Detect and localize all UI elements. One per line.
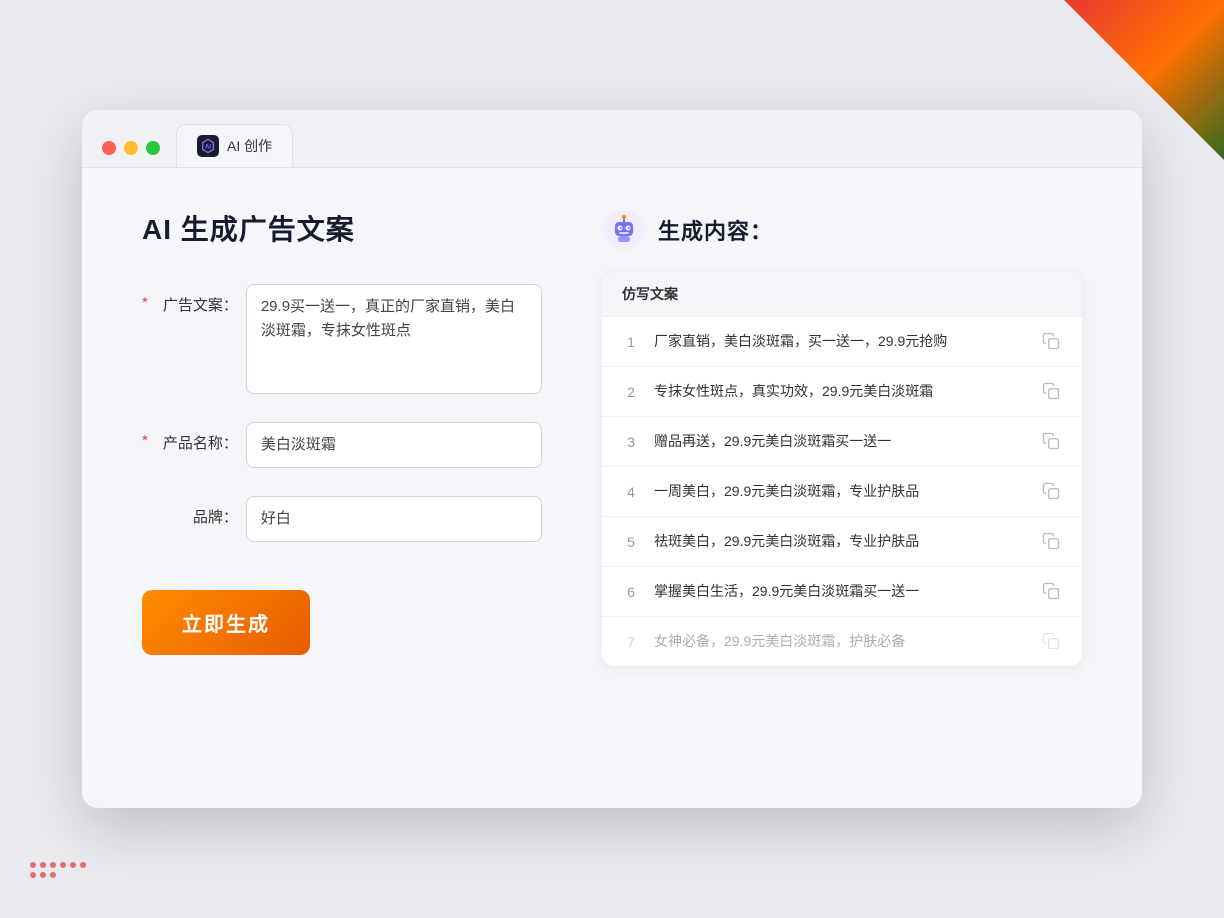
brand-input[interactable] xyxy=(246,496,542,542)
copy-button-7[interactable] xyxy=(1042,632,1062,652)
product-name-input[interactable] xyxy=(246,422,542,468)
brand-label: 品牌： xyxy=(158,506,238,527)
generate-button[interactable]: 立即生成 xyxy=(142,590,310,655)
right-panel: 生成内容： 仿写文案 1 厂家直销，美白淡斑霜，买一送一，29.9元抢购 2 专抹女… xyxy=(602,208,1082,768)
ad-copy-required-star: * xyxy=(142,294,148,311)
result-table: 仿写文案 1 厂家直销，美白淡斑霜，买一送一，29.9元抢购 2 专抹女性斑点，真实… xyxy=(602,272,1082,666)
ad-copy-group: * 广告文案： xyxy=(142,284,542,394)
copy-button-1[interactable] xyxy=(1042,332,1062,352)
row-text-1: 厂家直销，美白淡斑霜，买一送一，29.9元抢购 xyxy=(654,331,1028,352)
row-text-3: 赠品再送，29.9元美白淡斑霜买一送一 xyxy=(654,431,1028,452)
result-row-2: 2 专抹女性斑点，真实功效，29.9元美白淡斑霜 xyxy=(602,367,1082,417)
result-row-3: 3 赠品再送，29.9元美白淡斑霜买一送一 xyxy=(602,417,1082,467)
result-row-1: 1 厂家直销，美白淡斑霜，买一送一，29.9元抢购 xyxy=(602,317,1082,367)
ad-copy-label: 广告文案： xyxy=(158,294,238,315)
svg-text:AI: AI xyxy=(205,145,211,151)
browser-content: AI 生成广告文案 * 广告文案： * 产品名称： * 品牌： 立即生成 xyxy=(82,168,1142,808)
row-number-4: 4 xyxy=(622,484,640,500)
decorative-dots xyxy=(30,862,90,878)
row-number-1: 1 xyxy=(622,334,640,350)
result-row-7: 7 女神必备，29.9元美白淡斑霜，护肤必备 xyxy=(602,617,1082,666)
row-number-6: 6 xyxy=(622,584,640,600)
window-controls xyxy=(102,141,160,155)
left-panel: AI 生成广告文案 * 广告文案： * 产品名称： * 品牌： 立即生成 xyxy=(142,208,542,768)
robot-icon xyxy=(602,208,646,252)
maximize-button[interactable] xyxy=(146,141,160,155)
close-button[interactable] xyxy=(102,141,116,155)
result-row-5: 5 祛斑美白，29.9元美白淡斑霜，专业护肤品 xyxy=(602,517,1082,567)
result-row-6: 6 掌握美白生活，29.9元美白淡斑霜买一送一 xyxy=(602,567,1082,617)
row-text-2: 专抹女性斑点，真实功效，29.9元美白淡斑霜 xyxy=(654,381,1028,402)
result-row-4: 4 一周美白，29.9元美白淡斑霜，专业护肤品 xyxy=(602,467,1082,517)
ad-copy-input[interactable] xyxy=(246,284,542,394)
copy-button-3[interactable] xyxy=(1042,432,1062,452)
product-name-label: 产品名称： xyxy=(158,432,238,453)
brand-group: * 品牌： xyxy=(142,496,542,542)
copy-button-4[interactable] xyxy=(1042,482,1062,502)
product-name-required-star: * xyxy=(142,432,148,449)
table-header: 仿写文案 xyxy=(602,272,1082,317)
tab-icon: AI xyxy=(197,135,219,157)
row-number-5: 5 xyxy=(622,534,640,550)
row-text-6: 掌握美白生活，29.9元美白淡斑霜买一送一 xyxy=(654,581,1028,602)
tab-label: AI 创作 xyxy=(227,136,272,156)
page-title: AI 生成广告文案 xyxy=(142,208,542,248)
right-panel-title: 生成内容： xyxy=(658,214,773,246)
minimize-button[interactable] xyxy=(124,141,138,155)
row-number-2: 2 xyxy=(622,384,640,400)
result-rows-container: 1 厂家直销，美白淡斑霜，买一送一，29.9元抢购 2 专抹女性斑点，真实功效，29… xyxy=(602,317,1082,666)
copy-button-5[interactable] xyxy=(1042,532,1062,552)
ai-creation-tab[interactable]: AI AI 创作 xyxy=(176,124,293,167)
row-number-7: 7 xyxy=(622,634,640,650)
copy-button-6[interactable] xyxy=(1042,582,1062,602)
row-text-5: 祛斑美白，29.9元美白淡斑霜，专业护肤品 xyxy=(654,531,1028,552)
browser-window: AI AI 创作 AI 生成广告文案 * 广告文案： * 产品名称： xyxy=(82,110,1142,808)
row-text-4: 一周美白，29.9元美白淡斑霜，专业护肤品 xyxy=(654,481,1028,502)
right-header: 生成内容： xyxy=(602,208,1082,252)
copy-button-2[interactable] xyxy=(1042,382,1062,402)
browser-titlebar: AI AI 创作 xyxy=(82,110,1142,168)
product-name-group: * 产品名称： xyxy=(142,422,542,468)
row-number-3: 3 xyxy=(622,434,640,450)
row-text-7: 女神必备，29.9元美白淡斑霜，护肤必备 xyxy=(654,631,1028,652)
